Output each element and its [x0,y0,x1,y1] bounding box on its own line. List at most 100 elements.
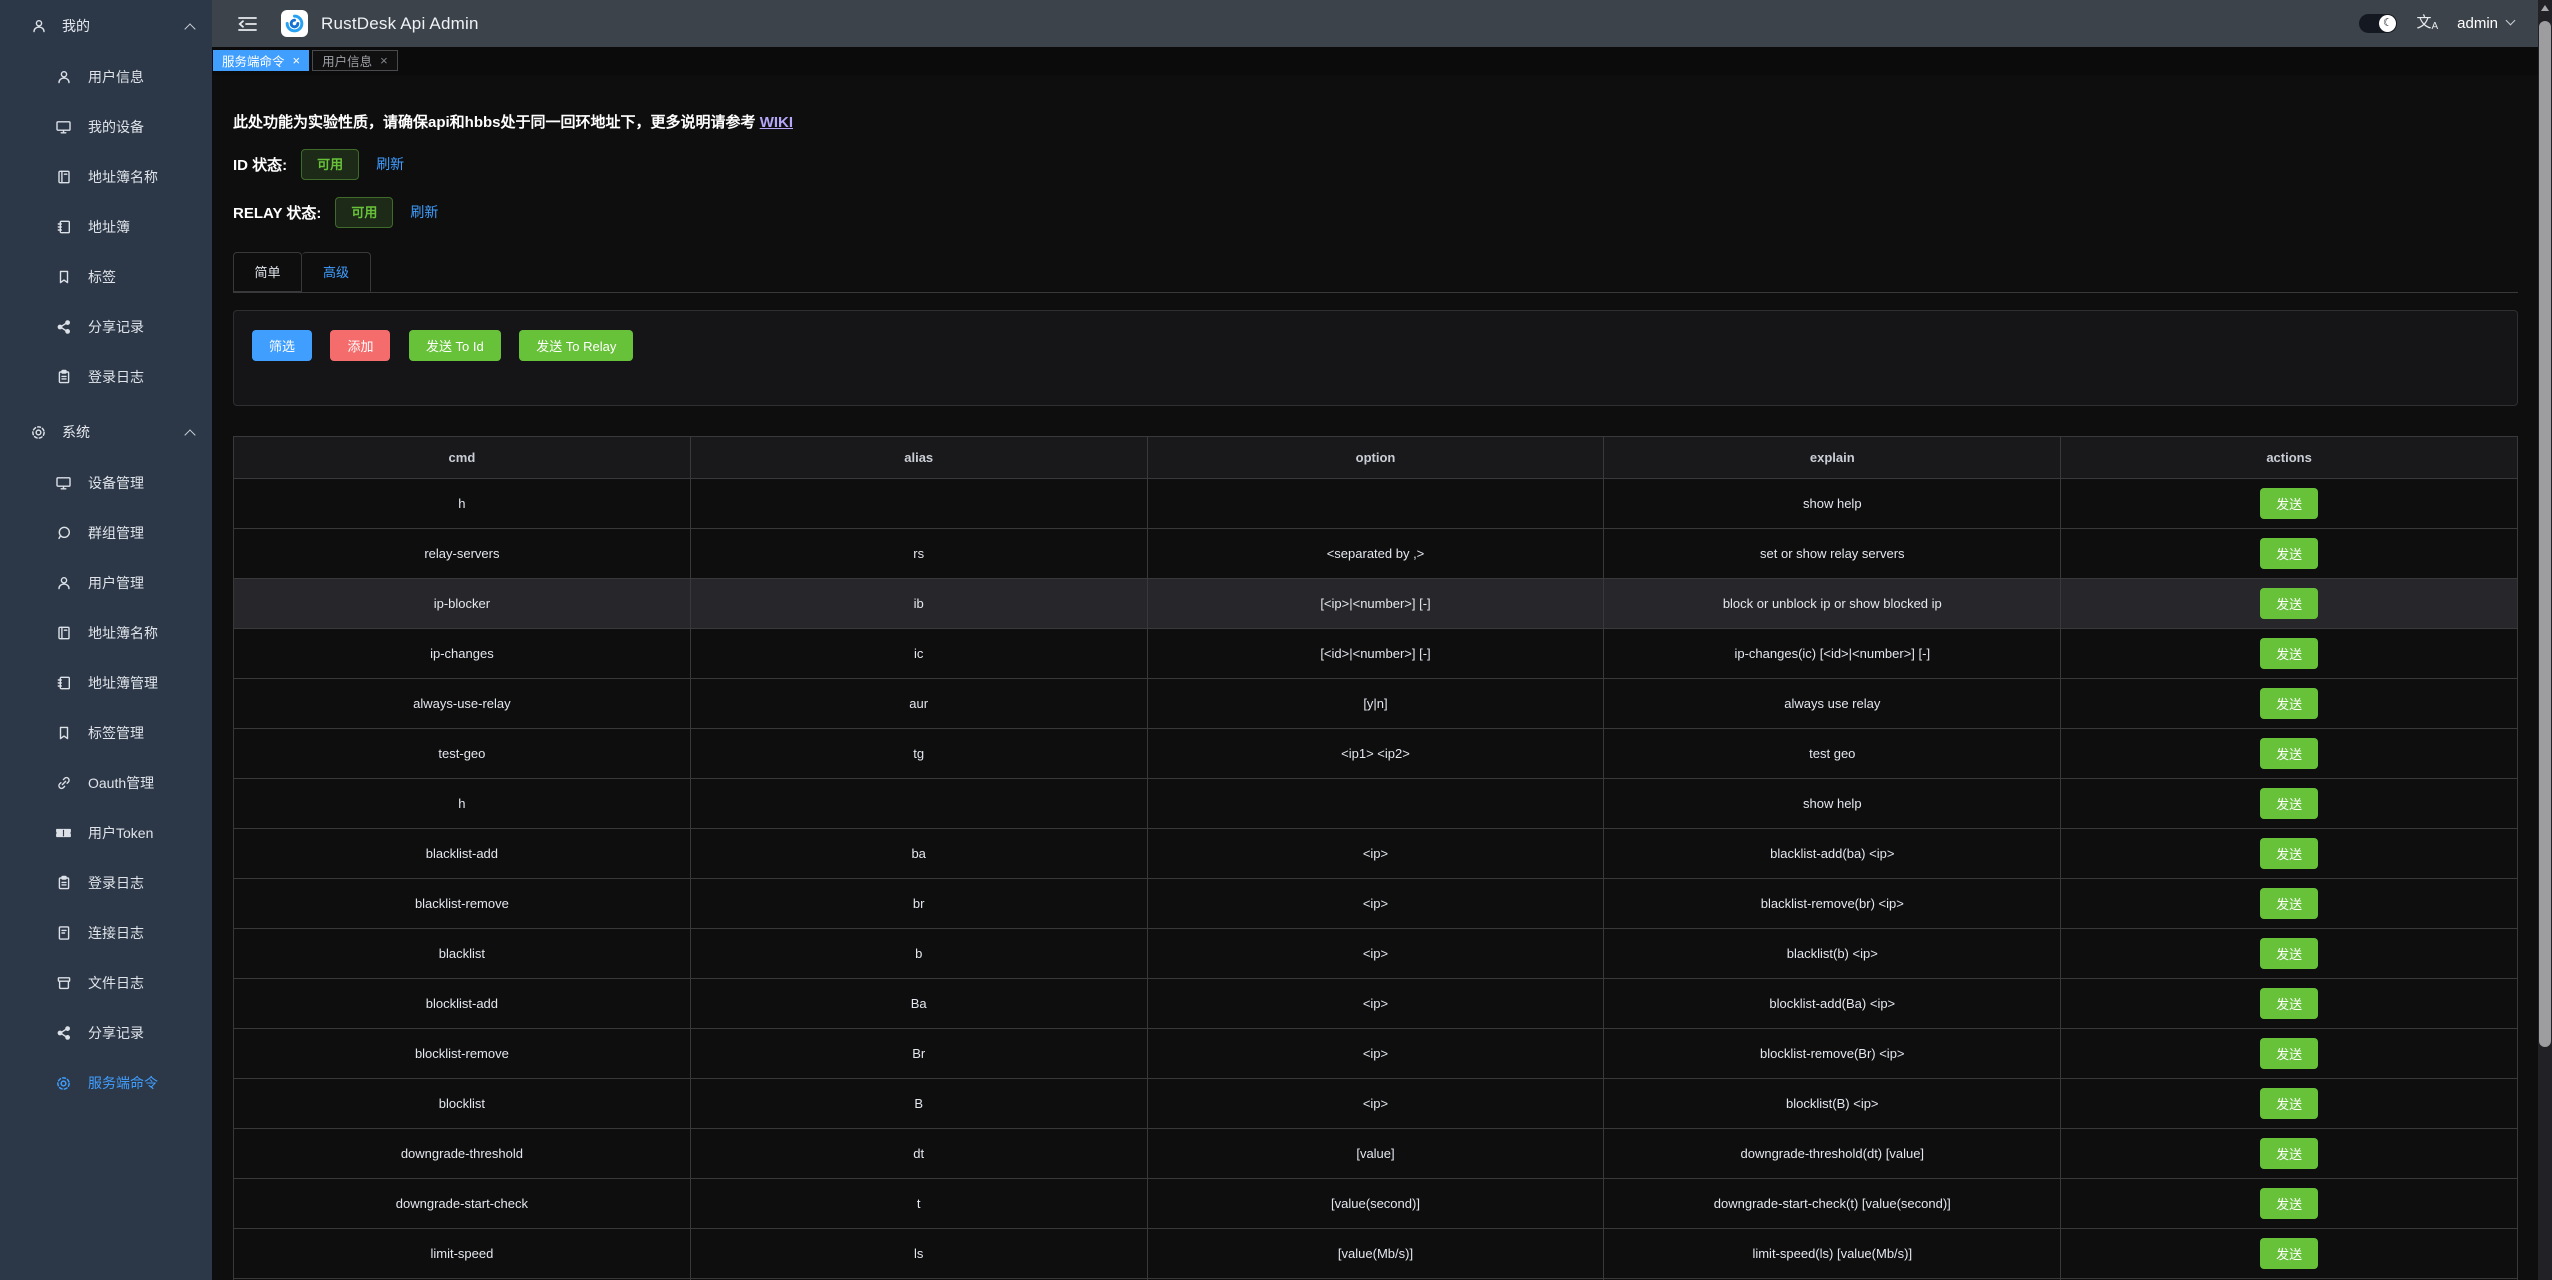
table-row: blacklist-remove br <ip> blacklist-remov… [234,879,2518,929]
sidebar-item-label: 连接日志 [88,923,144,943]
sidebar-section-label: 我的 [62,16,90,36]
sidebar-item-share-records[interactable]: 分享记录 [0,302,212,352]
close-icon[interactable]: × [380,54,388,67]
relay-status-badge: 可用 [335,197,393,228]
send-button[interactable]: 发送 [2260,838,2318,869]
sidebar-item-group-manage[interactable]: 群组管理 [0,508,212,558]
close-icon[interactable]: × [293,54,301,67]
cell-alias: br [690,879,1147,929]
id-refresh-link[interactable]: 刷新 [376,154,404,174]
cell-actions: 发送 [2061,1129,2518,1179]
cell-actions: 发送 [2061,629,2518,679]
sidebar-item-device-manage[interactable]: 设备管理 [0,458,212,508]
table-row: blacklist b <ip> blacklist(b) <ip> 发送 [234,929,2518,979]
sidebar-item-file-logs[interactable]: 文件日志 [0,958,212,1008]
user-menu[interactable]: admin [2457,15,2516,32]
sidebar-item-label: Oauth管理 [88,773,154,793]
send-button[interactable]: 发送 [2260,688,2318,719]
sidebar-section-system[interactable]: 系统 [0,406,212,458]
cell-alias: b [690,929,1147,979]
table-row: relay-servers rs <separated by ,> set or… [234,529,2518,579]
commands-table: cmdaliasoptionexplainactions h show help… [233,436,2518,1280]
sidebar-item-login-logs[interactable]: 登录日志 [0,352,212,402]
mode-tab-advanced[interactable]: 高级 [302,252,371,292]
send-button[interactable]: 发送 [2260,1238,2318,1269]
sidebar-item-label: 地址簿管理 [88,673,158,693]
sidebar-item-label: 设备管理 [88,473,144,493]
send-to-relay-button[interactable]: 发送 To Relay [519,330,633,361]
book-icon [55,169,72,186]
sidebar-item-connection-logs[interactable]: 连接日志 [0,908,212,958]
cell-alias [690,779,1147,829]
send-button[interactable]: 发送 [2260,638,2318,669]
sidebar-item-user-info[interactable]: 用户信息 [0,52,212,102]
id-status-row: ID 状态: 可用 刷新 [233,148,2518,180]
page-scrollbar[interactable] [2538,0,2552,1280]
id-status-label: ID 状态: [233,154,287,175]
send-button[interactable]: 发送 [2260,888,2318,919]
scrollbar-up-arrow[interactable] [2541,5,2549,11]
cell-explain: blocklist-remove(Br) <ip> [1604,1029,2061,1079]
cell-option: <ip> [1147,1029,1604,1079]
clipboard-icon [55,369,72,386]
sidebar-item-user-token[interactable]: 用户Token [0,808,212,858]
filter-button[interactable]: 筛选 [252,330,312,361]
cell-cmd: downgrade-threshold [234,1129,691,1179]
send-to-id-button[interactable]: 发送 To Id [409,330,501,361]
column-header-alias: alias [690,437,1147,479]
collapse-menu-icon[interactable] [238,16,257,32]
sidebar-item-user-manage[interactable]: 用户管理 [0,558,212,608]
cell-alias: ib [690,579,1147,629]
tab-server-commands[interactable]: 服务端命令 × [213,50,309,71]
send-button[interactable]: 发送 [2260,788,2318,819]
relay-refresh-link[interactable]: 刷新 [410,202,438,222]
send-button[interactable]: 发送 [2260,1188,2318,1219]
send-button[interactable]: 发送 [2260,538,2318,569]
cell-option: [y|n] [1147,679,1604,729]
send-button[interactable]: 发送 [2260,488,2318,519]
send-button[interactable]: 发送 [2260,738,2318,769]
send-button[interactable]: 发送 [2260,938,2318,969]
send-button[interactable]: 发送 [2260,988,2318,1019]
panel-toolbar: 筛选 添加 发送 To Id 发送 To Relay [252,330,2499,361]
table-row: blocklist B <ip> blocklist(B) <ip> 发送 [234,1079,2518,1129]
sidebar-item-label: 标签 [88,267,116,287]
cell-option: [value(second)] [1147,1179,1604,1229]
sidebar-item-tags[interactable]: 标签 [0,252,212,302]
cell-cmd: limit-speed [234,1229,691,1279]
send-button[interactable]: 发送 [2260,1038,2318,1069]
relay-status-row: RELAY 状态: 可用 刷新 [233,196,2518,228]
cell-cmd: test-geo [234,729,691,779]
tab-strip: 服务端命令 × 用户信息 × [212,47,2538,75]
cell-actions: 发送 [2061,729,2518,779]
sidebar: 我的 用户信息 我的设备 地址簿名称 地址簿 标签 分享记录 登录日志 系统 [0,0,212,1280]
sidebar-item-my-devices[interactable]: 我的设备 [0,102,212,152]
translate-icon[interactable]: 文A [2416,15,2438,32]
table-row: ip-changes ic [<id>|<number>] [-] ip-cha… [234,629,2518,679]
table-header-row: cmdaliasoptionexplainactions [234,437,2518,479]
add-button[interactable]: 添加 [330,330,390,361]
dark-mode-toggle[interactable]: ☾ [2359,14,2397,33]
scrollbar-thumb[interactable] [2539,21,2551,1047]
sidebar-item-server-commands[interactable]: 服务端命令 [0,1058,212,1108]
cell-cmd: blacklist-remove [234,879,691,929]
send-button[interactable]: 发送 [2260,1138,2318,1169]
cell-cmd: ip-changes [234,629,691,679]
sidebar-item-share-records[interactable]: 分享记录 [0,1008,212,1058]
sidebar-section-my[interactable]: 我的 [0,0,212,52]
sidebar-item-oauth-manage[interactable]: Oauth管理 [0,758,212,808]
sidebar-item-address-book[interactable]: 地址簿 [0,202,212,252]
sidebar-item-address-book-manage[interactable]: 地址簿管理 [0,658,212,708]
cell-alias: dt [690,1129,1147,1179]
send-button[interactable]: 发送 [2260,588,2318,619]
wiki-link[interactable]: WIKI [760,114,793,131]
table-row: ip-blocker ib [<ip>|<number>] [-] block … [234,579,2518,629]
sidebar-item-address-book-names[interactable]: 地址簿名称 [0,608,212,658]
mode-tab-simple[interactable]: 简单 [233,252,302,292]
sidebar-item-login-logs[interactable]: 登录日志 [0,858,212,908]
tab-user-info[interactable]: 用户信息 × [312,50,398,71]
send-button[interactable]: 发送 [2260,1088,2318,1119]
sidebar-item-tag-manage[interactable]: 标签管理 [0,708,212,758]
cell-cmd: blacklist [234,929,691,979]
sidebar-item-address-book-names[interactable]: 地址簿名称 [0,152,212,202]
